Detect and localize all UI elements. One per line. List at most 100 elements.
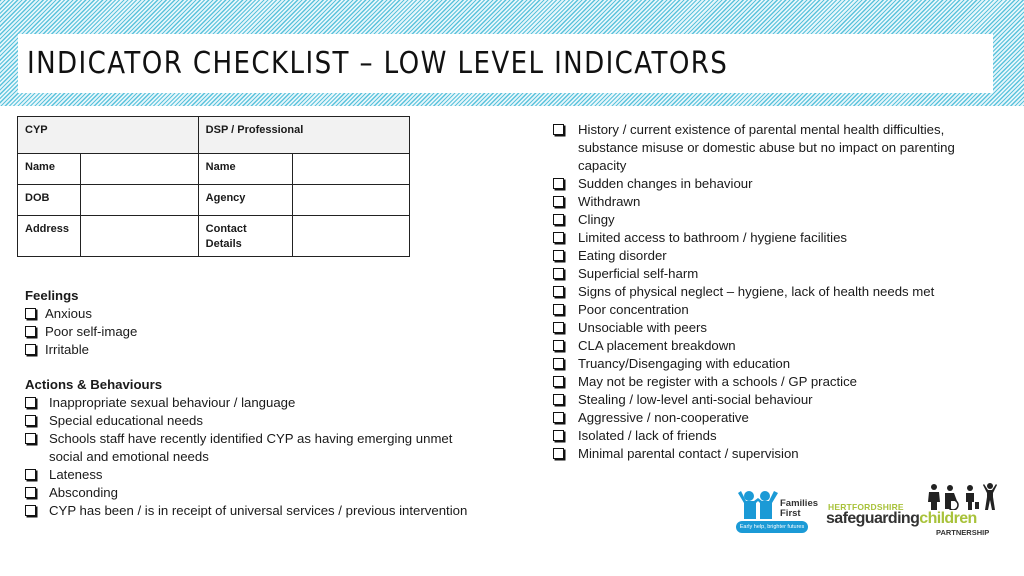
checkbox-icon[interactable] (25, 397, 36, 408)
checkbox-icon[interactable] (553, 412, 564, 423)
cyp-dob-label: DOB (16, 184, 82, 216)
item-label: Unsociable with peers (578, 320, 708, 335)
hscp-partnership: PARTNERSHIP (936, 528, 990, 537)
dsp-name-label: Name (197, 153, 293, 185)
families-first-tagline: Early help, brighter futures (736, 521, 808, 533)
checklist-item[interactable]: Isolated / lack of friends (553, 427, 973, 445)
checkbox-icon[interactable] (553, 376, 564, 387)
checkbox-icon[interactable] (553, 394, 564, 405)
checklist-item[interactable]: Schools staff have recently identified C… (25, 430, 470, 466)
cyp-header: CYP (17, 116, 199, 154)
checklist-item[interactable]: Sudden changes in behaviour (553, 175, 973, 193)
cyp-name-field[interactable] (80, 153, 199, 185)
checkbox-icon[interactable] (553, 304, 564, 315)
feelings-heading: Feelings (25, 288, 79, 303)
checkbox-icon[interactable] (553, 322, 564, 333)
checklist-item[interactable]: History / current existence of parental … (553, 121, 973, 175)
checklist-item[interactable]: Irritable (25, 341, 465, 359)
checklist-item[interactable]: Stealing / low-level anti-social behavio… (553, 391, 973, 409)
checkbox-icon[interactable] (553, 340, 564, 351)
checkbox-icon[interactable] (25, 433, 36, 444)
families-first-name: Families First (780, 498, 819, 519)
item-label: Clingy (578, 212, 615, 227)
checkbox-icon[interactable] (25, 308, 36, 319)
checklist-item[interactable]: Lateness (25, 466, 470, 484)
item-label: Truancy/Disengaging with education (578, 356, 791, 371)
checkbox-icon[interactable] (25, 415, 36, 426)
dsp-agency-field[interactable] (291, 184, 411, 216)
checklist-item[interactable]: Eating disorder (553, 247, 973, 265)
checkbox-icon[interactable] (553, 124, 564, 135)
cyp-dob-field[interactable] (80, 184, 199, 216)
hscp-wordmark: safeguardingchildren (826, 510, 977, 527)
checkbox-icon[interactable] (553, 232, 564, 243)
checkbox-icon[interactable] (25, 505, 36, 516)
checkbox-icon[interactable] (553, 178, 564, 189)
dsp-contact-label: Contact Details (197, 215, 293, 257)
checklist-item[interactable]: Clingy (553, 211, 973, 229)
item-label: Poor self-image (45, 324, 138, 339)
checkbox-icon[interactable] (553, 358, 564, 369)
checklist-item[interactable]: Special educational needs (25, 412, 470, 430)
checkbox-icon[interactable] (553, 214, 564, 225)
item-label: Isolated / lack of friends (578, 428, 717, 443)
checklist-item[interactable]: Truancy/Disengaging with education (553, 355, 973, 373)
checkbox-icon[interactable] (553, 448, 564, 459)
checklist-item[interactable]: Inappropriate sexual behaviour / languag… (25, 394, 470, 412)
checkbox-icon[interactable] (553, 196, 564, 207)
actions-section: Actions & Behaviours Inappropriate sexua… (25, 376, 470, 520)
dsp-agency-label: Agency (197, 184, 293, 216)
checklist-item[interactable]: Absconding (25, 484, 470, 502)
checklist-item[interactable]: Anxious (25, 305, 465, 323)
item-label: Schools staff have recently identified C… (49, 431, 453, 464)
families-figures-icon (738, 491, 778, 519)
cyp-address-field[interactable] (80, 215, 199, 257)
item-label: Aggressive / non-cooperative (578, 410, 749, 425)
checkbox-icon[interactable] (553, 250, 564, 261)
item-label: Stealing / low-level anti-social behavio… (578, 392, 813, 407)
checklist-item[interactable]: Signs of physical neglect – hygiene, lac… (553, 283, 973, 301)
item-label: Signs of physical neglect – hygiene, lac… (578, 284, 935, 299)
checklist-item[interactable]: CYP has been / is in receipt of universa… (25, 502, 470, 520)
item-label: Poor concentration (578, 302, 689, 317)
item-label: Limited access to bathroom / hygiene fac… (578, 230, 848, 245)
checklist-item[interactable]: May not be register with a schools / GP … (553, 373, 973, 391)
title-box: INDICATOR CHECKLIST – LOW LEVEL INDICATO… (18, 34, 993, 93)
checklist-item[interactable]: Aggressive / non-cooperative (553, 409, 973, 427)
item-label: Minimal parental contact / supervision (578, 446, 799, 461)
feelings-section: Feelings Anxious Poor self-image Irritab… (25, 287, 465, 359)
checklist-item[interactable]: Withdrawn (553, 193, 973, 211)
item-label: May not be register with a schools / GP … (578, 374, 858, 389)
table-row: DOB Agency (16, 184, 411, 216)
checklist-item[interactable]: Superficial self-harm (553, 265, 973, 283)
checklist-item[interactable]: Poor concentration (553, 301, 973, 319)
checkbox-icon[interactable] (25, 487, 36, 498)
item-label: Absconding (49, 485, 118, 500)
indicators-list: History / current existence of parental … (553, 121, 973, 463)
checkbox-icon[interactable] (25, 326, 36, 337)
checklist-item[interactable]: Minimal parental contact / supervision (553, 445, 973, 463)
checklist-item[interactable]: Poor self-image (25, 323, 465, 341)
checkbox-icon[interactable] (553, 268, 564, 279)
item-label: Special educational needs (49, 413, 203, 428)
hscp-logo: HERTFORDSHIRE safeguardingchildren PARTN… (826, 482, 998, 542)
table-row: Address Contact Details (16, 215, 411, 257)
checklist-item[interactable]: Unsociable with peers (553, 319, 973, 337)
checklist-item[interactable]: CLA placement breakdown (553, 337, 973, 355)
dsp-contact-field[interactable] (291, 215, 411, 257)
item-label: Eating disorder (578, 248, 667, 263)
table-row: Name Name (16, 153, 411, 185)
actions-heading: Actions & Behaviours (25, 377, 163, 392)
item-label: History / current existence of parental … (578, 122, 955, 173)
page-title: INDICATOR CHECKLIST – LOW LEVEL INDICATO… (27, 46, 729, 81)
item-label: Sudden changes in behaviour (578, 176, 753, 191)
dsp-header: DSP / Professional (197, 116, 411, 154)
checkbox-icon[interactable] (553, 286, 564, 297)
checklist-item[interactable]: Limited access to bathroom / hygiene fac… (553, 229, 973, 247)
checkbox-icon[interactable] (25, 469, 36, 480)
checkbox-icon[interactable] (553, 430, 564, 441)
checkbox-icon[interactable] (25, 344, 36, 355)
families-first-logo: Families First Early help, brighter futur… (736, 489, 819, 535)
dsp-name-field[interactable] (291, 153, 411, 185)
item-label: CYP has been / is in receipt of universa… (49, 503, 468, 518)
